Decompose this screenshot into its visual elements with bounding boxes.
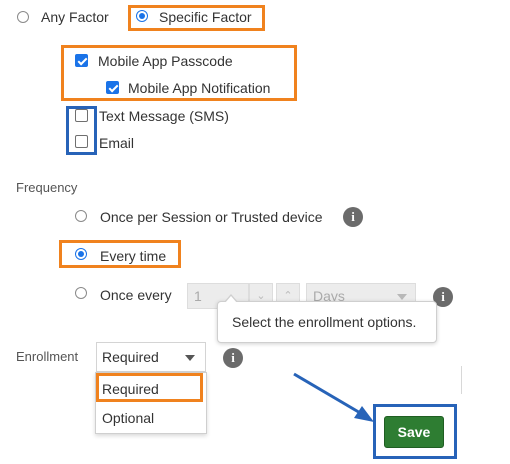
- info-icon[interactable]: i: [223, 348, 243, 368]
- every-time-radio[interactable]: [75, 248, 87, 260]
- sms-checkbox[interactable]: [75, 109, 88, 122]
- enrollment-selected-value: Required: [102, 349, 159, 365]
- enrollment-select[interactable]: Required: [96, 342, 206, 372]
- once-per-session-label: Once per Session or Trusted device: [100, 209, 323, 225]
- specific-factor-label: Specific Factor: [159, 9, 252, 25]
- frequency-heading: Frequency: [16, 180, 78, 195]
- any-factor-radio[interactable]: [17, 11, 29, 23]
- chevron-down-icon: [185, 355, 195, 361]
- enrollment-tooltip: Select the enrollment options.: [217, 294, 437, 343]
- enrollment-heading: Enrollment: [16, 349, 79, 364]
- tooltip-text: Select the enrollment options.: [232, 314, 417, 330]
- any-factor-label: Any Factor: [41, 9, 109, 25]
- once-every-radio[interactable]: [75, 287, 87, 299]
- save-button[interactable]: Save: [384, 416, 444, 448]
- email-checkbox[interactable]: [75, 135, 88, 148]
- panel-divider: [461, 366, 462, 394]
- specific-factor-radio[interactable]: [136, 10, 148, 22]
- email-label: Email: [99, 135, 135, 151]
- mobile-app-passcode-checkbox[interactable]: [75, 54, 88, 67]
- dropdown-option-optional[interactable]: Optional: [102, 410, 154, 426]
- arrow-pointer-icon: [293, 372, 374, 422]
- every-time-label: Every time: [100, 248, 167, 264]
- mobile-app-passcode-label: Mobile App Passcode: [98, 53, 233, 69]
- mobile-app-notification-label: Mobile App Notification: [128, 80, 271, 96]
- once-every-label: Once every: [100, 287, 172, 303]
- sms-label: Text Message (SMS): [99, 108, 229, 124]
- mobile-app-notification-checkbox[interactable]: [106, 81, 119, 94]
- required-option-highlight: [96, 373, 203, 402]
- once-per-session-radio[interactable]: [75, 210, 87, 222]
- chevron-down-icon: [397, 294, 407, 300]
- info-icon[interactable]: i: [343, 207, 363, 227]
